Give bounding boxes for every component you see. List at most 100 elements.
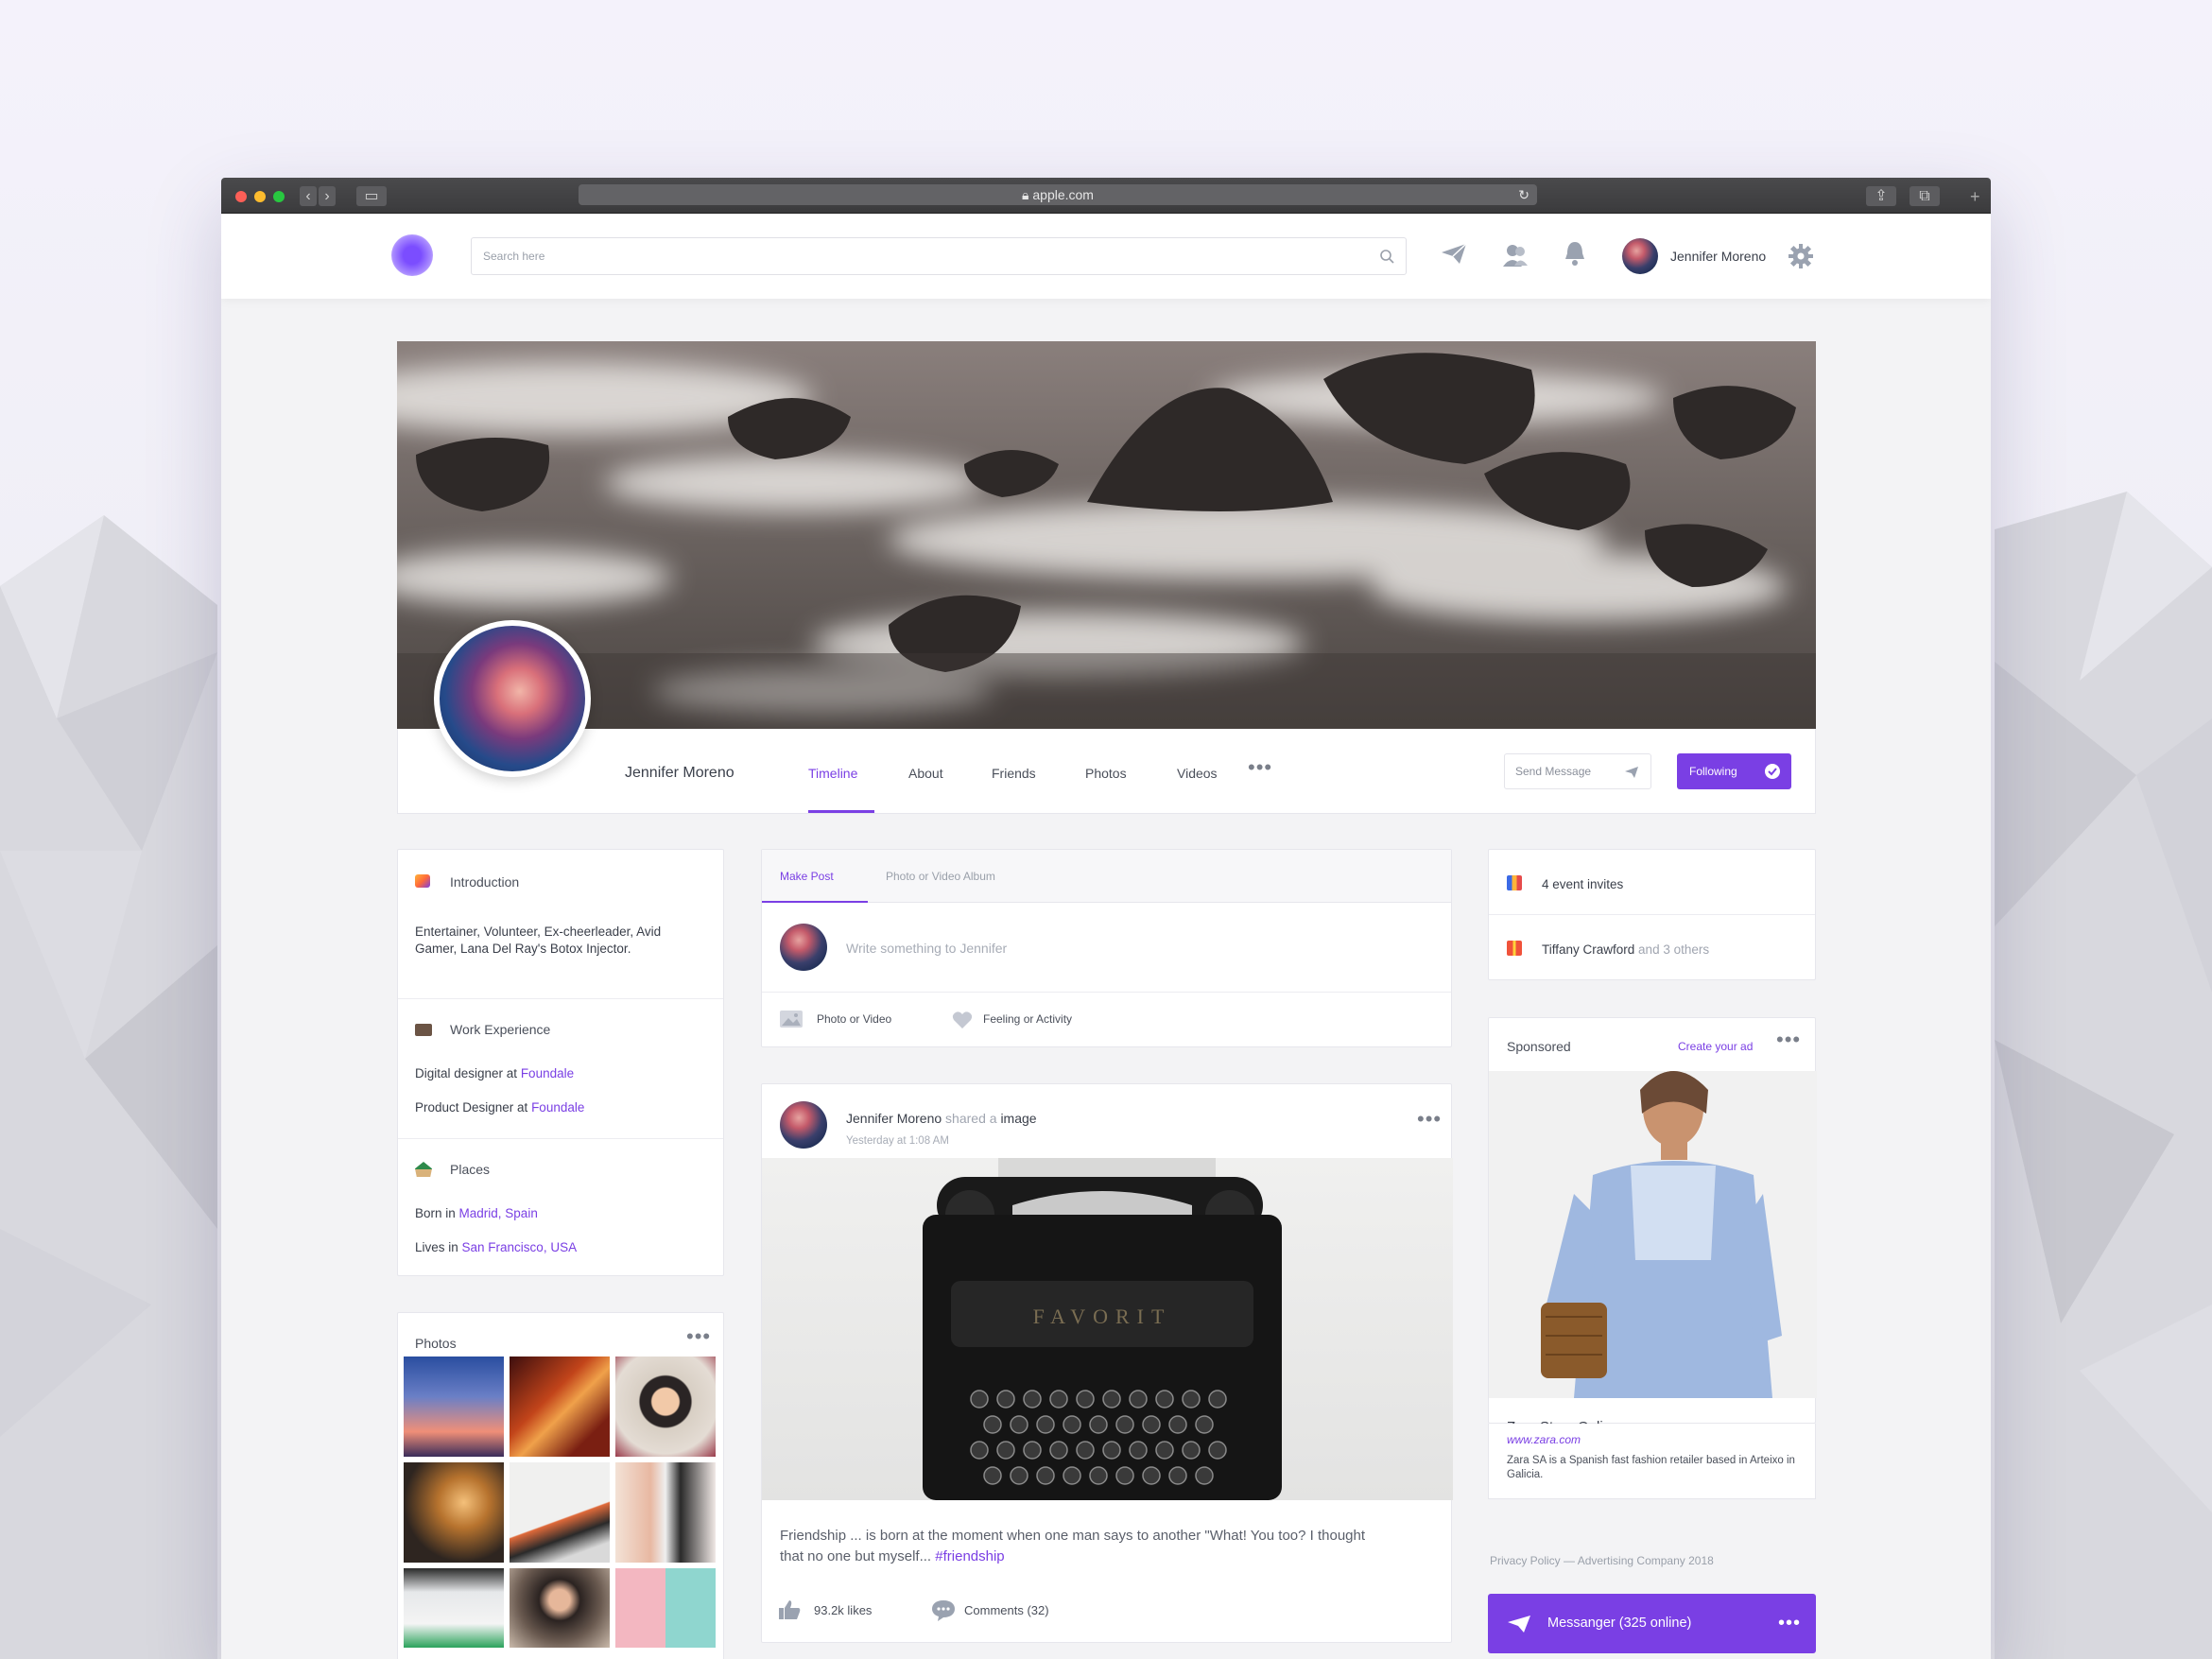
following-label: Following [1689,765,1737,778]
post-author-avatar[interactable] [780,1101,827,1149]
tab-photo-video-album[interactable]: Photo or Video Album [886,870,995,883]
ad-model-image [1541,1071,1782,1398]
send-message-button[interactable]: Send Message [1504,753,1651,789]
event-invites-link[interactable]: 4 event invites [1542,877,1623,891]
photo-video-button[interactable]: Photo or Video [817,1012,891,1026]
more-tabs-icon[interactable]: ••• [1248,757,1272,778]
search-placeholder: Search here [483,250,545,263]
places-title: Places [450,1162,491,1177]
search-input[interactable]: Search here [471,237,1407,275]
company-link[interactable]: Foundale [521,1066,574,1080]
privacy-policy-link[interactable]: Privacy Policy [1490,1554,1561,1567]
close-window-button[interactable] [235,191,247,202]
place-item: Born in Madrid, Spain [415,1205,538,1222]
post-timestamp[interactable]: Yesterday at 1:08 AM [846,1135,949,1147]
top-navbar: Search here Jennifer Moreno [221,214,1991,299]
photos-more-icon[interactable]: ••• [686,1326,711,1347]
post-image[interactable]: FAVORIT [762,1158,1453,1500]
post-more-icon[interactable]: ••• [1417,1109,1442,1130]
work-experience-title: Work Experience [450,1022,551,1037]
tab-make-post[interactable]: Make Post [780,870,834,883]
likes-count[interactable]: 93.2k likes [814,1603,872,1617]
post-object[interactable]: image [1000,1111,1036,1126]
work-role: Product Designer at [415,1100,532,1115]
back-button[interactable]: ‹ [300,186,317,206]
post-text: Friendship ... is born at the moment whe… [780,1526,1385,1567]
hashtag-link[interactable]: #friendship [935,1548,1004,1564]
tab-videos[interactable]: Videos [1177,766,1218,781]
place-link[interactable]: Madrid, Spain [459,1206,538,1220]
messenger-more-icon[interactable]: ••• [1778,1594,1801,1653]
footer-links: Privacy Policy — Advertising Company 201… [1490,1554,1714,1567]
notifications-icon[interactable] [1564,240,1586,267]
minimize-window-button[interactable] [254,191,266,202]
footer-company: Advertising Company 2018 [1577,1554,1714,1567]
cover-photo[interactable] [397,341,1816,729]
photo-thumbnail[interactable] [404,1568,504,1648]
user-name[interactable]: Jennifer Moreno [1670,249,1766,264]
tabs-button[interactable]: ⧉ [1910,186,1940,206]
cover-image [397,341,1816,729]
photo-thumbnail[interactable] [510,1462,610,1563]
photo-thumbnail[interactable] [510,1357,610,1457]
post-body: Friendship ... is born at the moment whe… [780,1528,1366,1564]
ad-url-link[interactable]: www.zara.com [1507,1433,1581,1446]
messenger-label: Messanger (325 online) [1547,1616,1692,1631]
comment-icon[interactable] [931,1599,956,1622]
search-icon[interactable] [1379,249,1394,264]
messenger-send-icon [1508,1616,1530,1633]
tab-photos[interactable]: Photos [1085,766,1127,781]
post-header: Jennifer Moreno shared a image [846,1111,1037,1126]
work-role: Digital designer at [415,1066,521,1080]
company-link[interactable]: Foundale [531,1100,584,1115]
site-logo[interactable] [391,234,433,276]
calendar-icon [1507,875,1522,890]
photo-thumbnail[interactable] [404,1357,504,1457]
browser-toolbar: ‹ › ▭ 🔒︎ apple.com ↻ ⇪ ⧉ + [221,178,1991,214]
events-card: 4 event invites Tiffany Crawford and 3 o… [1488,849,1816,980]
settings-gear-icon[interactable] [1789,244,1813,268]
ad-image[interactable] [1489,1071,1817,1398]
introduction-text: Entertainer, Volunteer, Ex-cheerleader, … [415,925,662,956]
briefcase-icon [415,1024,432,1036]
tab-timeline[interactable]: Timeline [808,766,857,781]
friend-requests-icon[interactable] [1502,243,1529,268]
messages-icon[interactable] [1441,243,1467,266]
photo-thumbnail[interactable] [404,1462,504,1563]
place-link[interactable]: San Francisco, USA [462,1240,578,1254]
typewriter-brand: FAVORIT [1033,1305,1172,1328]
user-avatar[interactable] [1622,238,1658,274]
messenger-bar[interactable]: Messanger (325 online) ••• [1488,1594,1816,1653]
birthday-name[interactable]: Tiffany Crawford [1542,942,1634,957]
composer-tabs: Make Post Photo or Video Album [762,850,1451,903]
maximize-window-button[interactable] [273,191,285,202]
sidebar-toggle-button[interactable]: ▭ [356,186,387,206]
sponsored-more-icon[interactable]: ••• [1776,1029,1801,1050]
post-author-name[interactable]: Jennifer Moreno [846,1111,942,1126]
profile-avatar[interactable] [434,620,591,777]
place-prefix: Lives in [415,1240,462,1254]
new-tab-button[interactable]: + [1970,187,1980,207]
browser-window: ‹ › ▭ 🔒︎ apple.com ↻ ⇪ ⧉ + Search here Je… [221,178,1991,1659]
ad-details: www.zara.com Zara SA is a Spanish fast f… [1488,1424,1816,1499]
profile-bar: Jennifer Moreno Timeline About Friends P… [397,729,1816,814]
feeling-activity-button[interactable]: Feeling or Activity [983,1012,1072,1026]
post-card: Jennifer Moreno shared a image Yesterday… [761,1083,1453,1643]
share-button[interactable]: ⇪ [1866,186,1896,206]
tab-friends[interactable]: Friends [992,766,1036,781]
photo-thumbnail[interactable] [615,1357,716,1457]
post-input[interactable]: Write something to Jennifer [846,941,1007,956]
tab-about[interactable]: About [908,766,943,781]
comments-count[interactable]: Comments (32) [964,1603,1049,1617]
forward-button[interactable]: › [319,186,336,206]
address-bar[interactable]: 🔒︎ apple.com ↻ [579,184,1537,205]
reload-icon[interactable]: ↻ [1518,184,1529,205]
birthday-others[interactable]: and 3 others [1634,942,1709,957]
photo-thumbnail[interactable] [615,1462,716,1563]
create-ad-link[interactable]: Create your ad [1678,1040,1753,1053]
photo-thumbnail[interactable] [510,1568,610,1648]
photo-thumbnail[interactable] [615,1568,716,1648]
active-tab-indicator [762,901,868,903]
following-button[interactable]: Following [1677,753,1791,789]
like-icon[interactable] [778,1599,801,1620]
